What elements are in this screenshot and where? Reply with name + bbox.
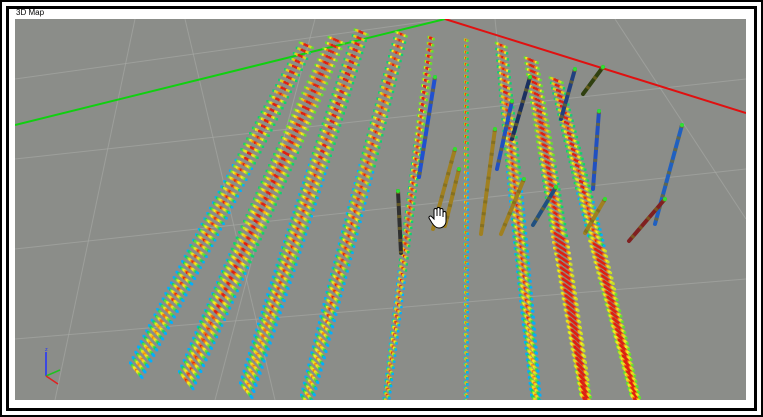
3d-map-viewport[interactable]: [15, 19, 746, 400]
axis-triad-icon: z: [45, 347, 61, 385]
hand-cursor-icon: [428, 207, 447, 229]
title-bar[interactable]: [9, 9, 754, 18]
scene-axes: [15, 19, 746, 126]
window-title: 3D Map: [16, 8, 45, 17]
3d-scene[interactable]: [15, 19, 746, 400]
drill-sections: [129, 28, 641, 400]
ground-grid: [15, 19, 746, 400]
